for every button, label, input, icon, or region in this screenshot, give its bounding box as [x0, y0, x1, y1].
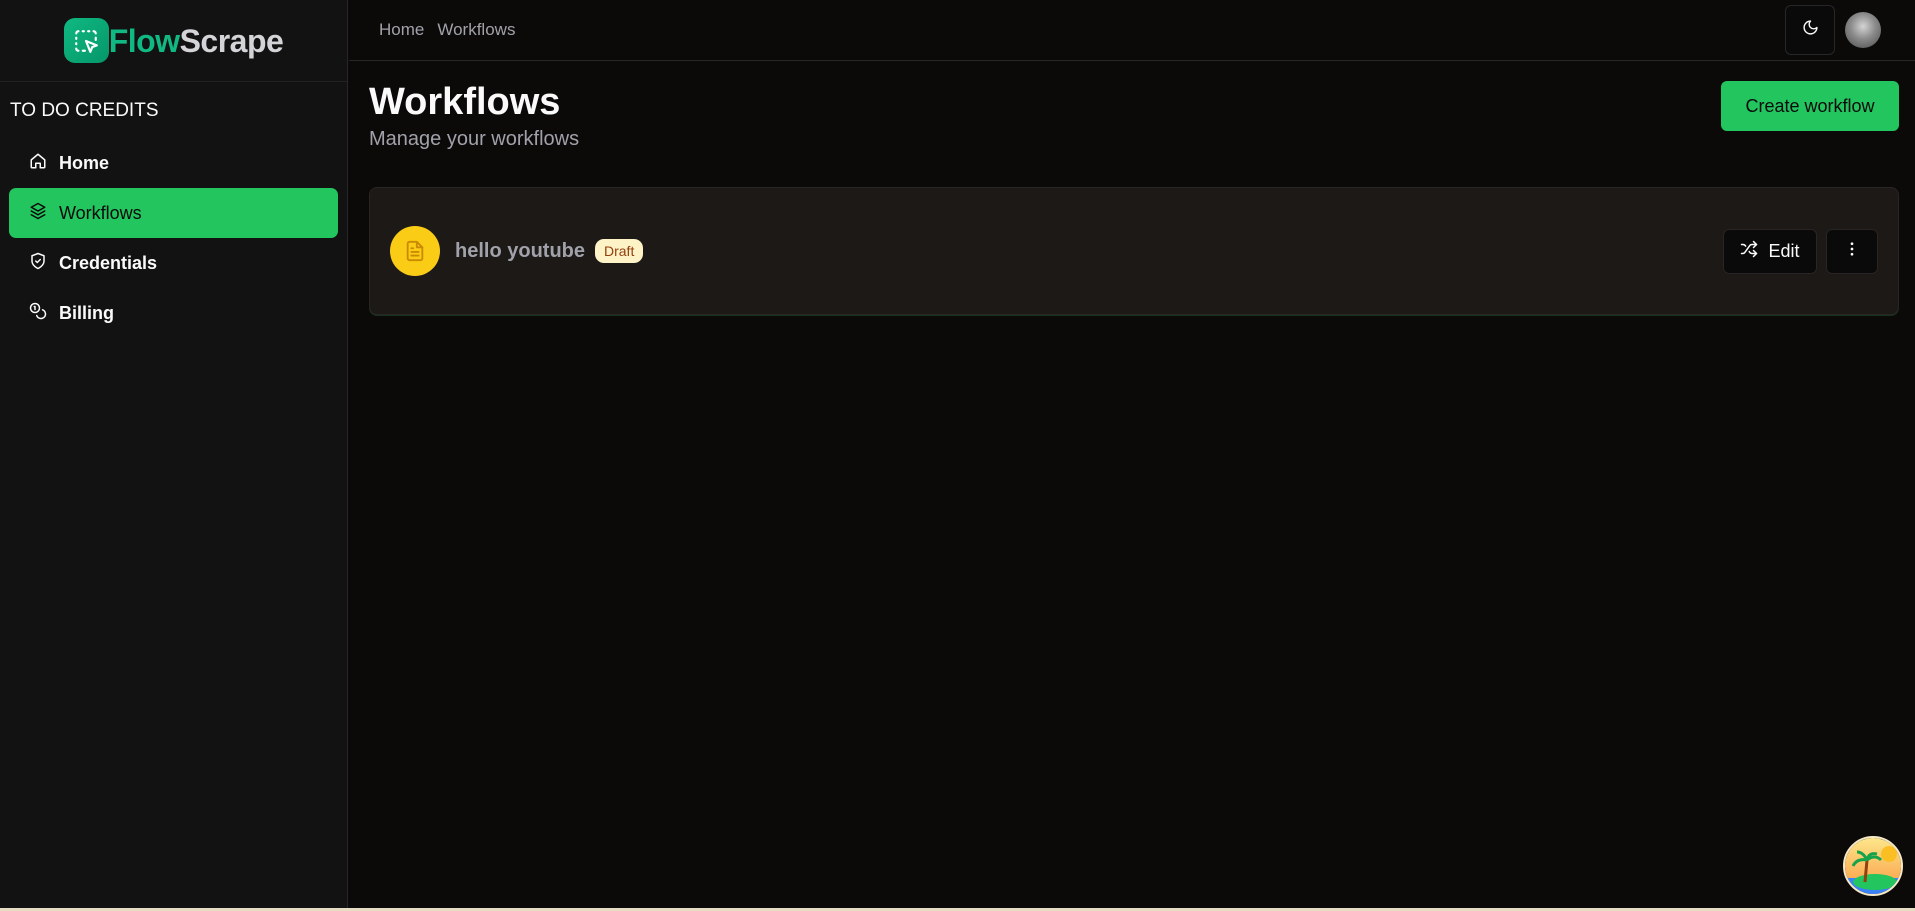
sidebar: FlowScrape TO DO CREDITS Home Workflows … — [0, 0, 348, 908]
user-avatar[interactable] — [1845, 12, 1881, 48]
page-title: Workflows — [369, 81, 561, 123]
sidebar-item-label: Billing — [59, 302, 114, 323]
breadcrumb: Home Workflows — [379, 20, 515, 40]
shuffle-icon — [1740, 240, 1758, 263]
sidebar-item-home[interactable]: Home — [9, 138, 338, 188]
sidebar-item-label: Credentials — [59, 252, 158, 273]
credits-label: TO DO CREDITS — [10, 100, 159, 121]
edit-workflow-button[interactable]: Edit — [1723, 228, 1817, 274]
top-bar: Home Workflows — [349, 0, 1915, 61]
app-root: FlowScrape TO DO CREDITS Home Workflows … — [0, 0, 1915, 911]
logo-text-flow: Flow — [108, 22, 180, 59]
logo-text: FlowScrape — [109, 25, 284, 57]
floating-assistant-avatar[interactable] — [1843, 836, 1903, 896]
more-options-button[interactable] — [1826, 228, 1878, 274]
breadcrumb-workflows[interactable]: Workflows — [437, 20, 515, 40]
sidebar-item-billing[interactable]: Billing — [9, 288, 338, 338]
sidebar-item-label: Home — [59, 152, 110, 173]
main-content: Workflows Manage your workflows Create w… — [349, 61, 1915, 908]
page-subtitle: Manage your workflows — [369, 128, 580, 150]
sidebar-item-workflows[interactable]: Workflows — [9, 188, 338, 238]
moon-icon — [1802, 19, 1819, 41]
file-text-icon — [390, 226, 440, 276]
top-right-controls — [1785, 5, 1881, 55]
layers-icon — [29, 202, 47, 225]
logo-text-scrape: Scrape — [179, 22, 284, 59]
home-icon — [29, 152, 47, 175]
sidebar-item-credentials[interactable]: Credentials — [9, 238, 338, 288]
create-workflow-button[interactable]: Create workflow — [1721, 81, 1899, 131]
shield-check-icon — [29, 252, 47, 275]
workflow-card[interactable]: hello youtube Draft Edit — [369, 187, 1899, 315]
logo[interactable]: FlowScrape — [0, 0, 347, 82]
sidebar-item-label: Workflows — [59, 202, 142, 223]
workflow-name[interactable]: hello youtube — [455, 240, 585, 263]
workflow-actions: Edit — [1723, 228, 1878, 274]
more-vertical-icon — [1843, 240, 1861, 263]
logo-icon — [63, 18, 109, 63]
status-badge: Draft — [595, 239, 644, 263]
coins-icon — [29, 302, 47, 325]
edit-label: Edit — [1768, 240, 1800, 261]
breadcrumb-home[interactable]: Home — [379, 20, 424, 40]
theme-toggle-button[interactable] — [1785, 5, 1835, 55]
sidebar-nav: Home Workflows Credentials Billing — [0, 138, 347, 338]
